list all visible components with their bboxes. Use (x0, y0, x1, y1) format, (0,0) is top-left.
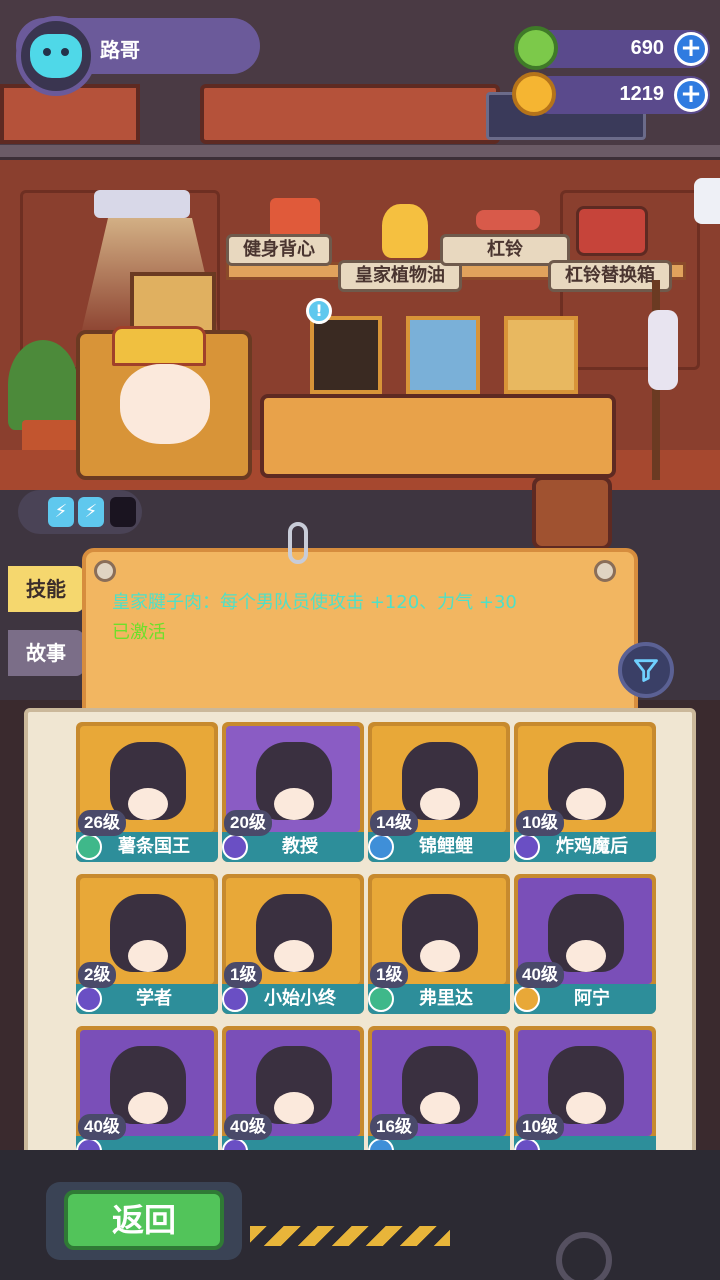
hazard-strip (250, 1226, 450, 1246)
character-card[interactable]: 锦鲤鲤 14级 (368, 722, 510, 862)
fitness-vest-item[interactable] (270, 198, 320, 238)
king-crown (112, 326, 206, 366)
character-card[interactable]: 弗里达 1级 (368, 874, 510, 1014)
alert-icon[interactable]: ! (306, 298, 332, 324)
character-card[interactable]: 40级 (222, 1026, 364, 1152)
character-level: 40级 (224, 1114, 272, 1140)
character-card[interactable]: 40级 (76, 1026, 218, 1152)
character-avatar (548, 1046, 624, 1124)
character-card[interactable]: 教授 20级 (222, 722, 364, 862)
empty-bolt-slot (110, 497, 136, 527)
character-frame[interactable] (310, 316, 382, 394)
rank-badge-icon (514, 986, 540, 1012)
character-avatar (548, 742, 624, 820)
rank-badge-icon (222, 834, 248, 860)
skill-description: 皇家腱子肉：每个男队员使攻击 +120、力气 +30 (112, 592, 517, 613)
character-level: 14级 (370, 810, 418, 836)
wrench-icon[interactable] (694, 178, 720, 224)
cat-face-icon[interactable] (16, 16, 96, 96)
character-level: 40级 (516, 962, 564, 988)
character-level: 26级 (78, 810, 126, 836)
currency-gold: 1219 + (530, 76, 710, 114)
character-grid: 薯条国王 26级 教授 20级 锦鲤鲤 14级 炸鸡魔后 10级学者 2级 小始小终 1级 弗里达 1级… (76, 722, 656, 1152)
character-avatar (402, 1046, 478, 1124)
character-avatar (402, 742, 478, 820)
character-frame[interactable] (406, 316, 480, 394)
king-character[interactable] (120, 364, 210, 444)
skill-status: 已激活 (112, 622, 166, 643)
rank-badge-icon (514, 834, 540, 860)
character-card[interactable]: 10级 (514, 1026, 656, 1152)
add-green-button[interactable]: + (674, 32, 708, 66)
character-level: 1级 (224, 962, 263, 988)
character-avatar (110, 742, 186, 820)
character-card[interactable]: 16级 (368, 1026, 510, 1152)
energy-bar: ⚡ ⚡ (18, 490, 142, 534)
character-level: 40级 (78, 1114, 126, 1140)
character-avatar (256, 1046, 332, 1124)
panel-pin (594, 560, 616, 582)
barbell-box-item[interactable] (576, 206, 648, 256)
display-cabinet (260, 394, 616, 478)
character-card[interactable]: 阿宁 40级 (514, 874, 656, 1014)
character-frame[interactable] (504, 316, 578, 394)
rank-badge-icon (76, 834, 102, 860)
character-avatar (402, 894, 478, 972)
back-button[interactable]: 返回 (64, 1190, 224, 1250)
shelf-label-vest: 健身背心 (226, 234, 332, 266)
character-level: 10级 (516, 810, 564, 836)
chat-sign-icon[interactable] (532, 476, 612, 550)
green-coin-icon (514, 26, 558, 70)
gear-icon (556, 1232, 612, 1280)
player-name: 路哥 (100, 38, 140, 62)
character-card[interactable]: 小始小终 1级 (222, 874, 364, 1014)
character-level: 1级 (370, 962, 409, 988)
character-avatar (110, 1046, 186, 1124)
panel-pin (94, 560, 116, 582)
paper-clip (288, 522, 308, 564)
character-avatar (256, 894, 332, 972)
filter-funnel-icon[interactable] (618, 642, 674, 698)
character-card[interactable]: 薯条国王 26级 (76, 722, 218, 862)
character-avatar (548, 894, 624, 972)
tab-skill[interactable]: 技能 (8, 566, 84, 612)
character-card[interactable]: 学者 2级 (76, 874, 218, 1014)
add-gold-button[interactable]: + (674, 78, 708, 112)
currency-green-value: 690 (630, 37, 664, 59)
rank-badge-icon (368, 834, 394, 860)
rank-badge-icon (76, 986, 102, 1012)
lightning-bolt-icon: ⚡ (78, 497, 104, 527)
character-avatar (256, 742, 332, 820)
character-level: 16级 (370, 1114, 418, 1140)
tab-story[interactable]: 故事 (8, 630, 84, 676)
character-card[interactable]: 炸鸡魔后 10级 (514, 722, 656, 862)
character-level: 2级 (78, 962, 117, 988)
currency-gold-value: 1219 (619, 83, 665, 105)
rank-badge-icon (368, 986, 394, 1012)
character-level: 20级 (224, 810, 272, 836)
ceiling-pipe (0, 145, 720, 161)
potted-plant (8, 340, 78, 430)
gold-planet-coin-icon (512, 72, 556, 116)
lightning-bolt-icon: ⚡ (48, 497, 74, 527)
barbell-item[interactable] (476, 210, 540, 230)
ceiling-lamp (94, 190, 190, 218)
plant-oil-item[interactable] (382, 204, 428, 258)
rank-badge-icon (222, 986, 248, 1012)
character-avatar (110, 894, 186, 972)
hanging-coat (648, 310, 678, 390)
character-level: 10级 (516, 1114, 564, 1140)
ceiling-vent (200, 84, 500, 144)
